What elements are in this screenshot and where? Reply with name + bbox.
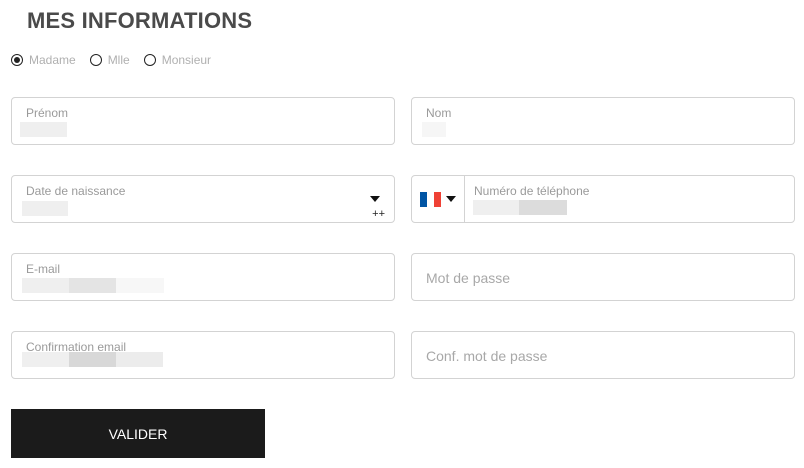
email-value-redacted <box>22 278 69 293</box>
birthdate-label: Date de naissance <box>26 184 126 198</box>
phone-value-redacted <box>473 200 519 215</box>
submit-button[interactable]: VALIDER <box>11 409 265 458</box>
phone-label: Numéro de téléphone <box>474 184 590 198</box>
phone-value-redacted <box>519 200 567 215</box>
lastname-value-redacted <box>422 122 446 137</box>
email-value-redacted <box>69 278 116 293</box>
civility-radio-group: Madame Mlle Monsieur <box>11 52 225 68</box>
radio-unchecked-icon[interactable] <box>143 54 156 66</box>
email-confirm-value-redacted <box>69 352 116 367</box>
email-confirm-value-redacted <box>116 352 163 367</box>
france-flag-icon[interactable] <box>420 192 441 207</box>
lastname-field[interactable]: Nom <box>411 97 795 145</box>
email-value-redacted <box>116 278 164 293</box>
email-field[interactable]: E-mail <box>11 253 395 301</box>
radio-monsieur-label: Monsieur <box>161 53 212 67</box>
radio-madame[interactable]: Madame <box>11 53 76 67</box>
birthdate-suffix: ++ <box>372 208 385 220</box>
page-title: MES INFORMATIONS <box>27 8 253 33</box>
radio-checked-icon[interactable] <box>11 54 23 66</box>
radio-madame-label: Madame <box>29 53 76 67</box>
lastname-label: Nom <box>426 106 452 120</box>
phone-field[interactable]: Numéro de téléphone <box>411 175 795 223</box>
chevron-down-icon[interactable] <box>370 196 380 202</box>
birthdate-value-redacted <box>22 201 68 216</box>
email-confirm-value-redacted <box>22 352 69 367</box>
password-placeholder: Mot de passe <box>426 270 511 286</box>
firstname-label: Prénom <box>26 106 69 120</box>
radio-unchecked-icon[interactable] <box>89 54 102 66</box>
password-field[interactable]: Mot de passe <box>411 253 795 301</box>
firstname-value-redacted <box>20 122 67 137</box>
password-confirm-field[interactable]: Conf. mot de passe <box>411 331 795 379</box>
firstname-field[interactable]: Prénom <box>11 97 395 145</box>
radio-mlle[interactable]: Mlle <box>89 53 130 67</box>
radio-mlle-label: Mlle <box>107 53 130 67</box>
password-confirm-placeholder: Conf. mot de passe <box>426 348 548 364</box>
country-divider <box>464 176 465 222</box>
email-confirm-field[interactable]: Confirmation email <box>11 331 395 379</box>
email-label: E-mail <box>26 262 61 276</box>
chevron-down-icon[interactable] <box>446 196 456 202</box>
birthdate-field[interactable]: Date de naissance ++ <box>11 175 395 223</box>
radio-monsieur[interactable]: Monsieur <box>143 53 212 67</box>
